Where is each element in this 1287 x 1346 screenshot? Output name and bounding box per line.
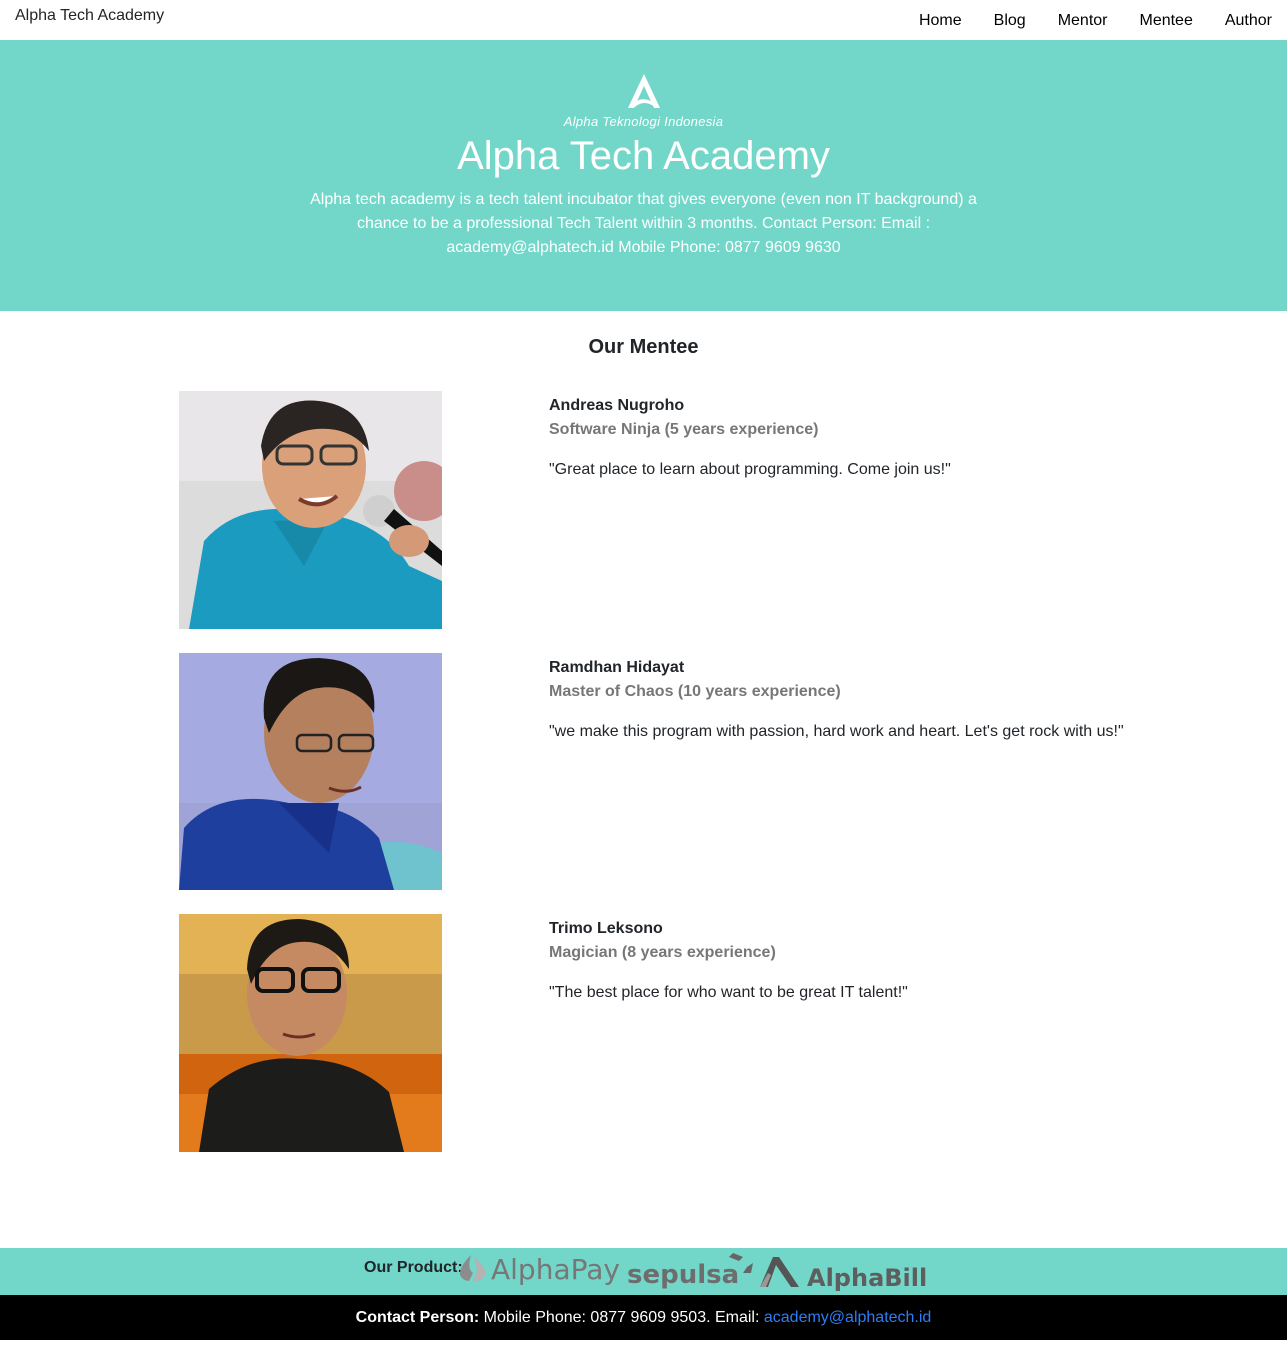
mentee-info: Trimo Leksono Magician (8 years experien… — [549, 917, 1149, 1005]
mentee-quote: "The best place for who want to be great… — [549, 984, 908, 1001]
nav-home[interactable]: Home — [919, 12, 962, 30]
alphabill-logo[interactable]: AlphaBill — [760, 1257, 927, 1292]
alphapay-logo[interactable]: AlphaPay — [459, 1253, 620, 1286]
sepulsa-text: sepulsa — [627, 1260, 739, 1290]
nav-author[interactable]: Author — [1225, 12, 1272, 30]
contact-text: Mobile Phone: 0877 9609 9503. Email: — [479, 1309, 764, 1326]
nav-links: Home Blog Mentor Mentee Author — [887, 0, 1272, 40]
contact-bar: Contact Person: Mobile Phone: 0877 9609 … — [0, 1295, 1287, 1340]
products-label: Our Product: — [364, 1259, 463, 1276]
mentee-name: Trimo Leksono — [549, 920, 663, 937]
sepulsa-logo[interactable]: sepulsa — [627, 1253, 753, 1290]
mentee-photo — [179, 914, 442, 1152]
logo-tagline: Alpha Teknologi Indonesia — [563, 114, 724, 129]
mentee-card: Andreas Nugroho Software Ninja (5 years … — [179, 391, 1129, 629]
mentee-role: Master of Chaos (10 years experience) — [549, 683, 841, 700]
mentee-quote: "Great place to learn about programming.… — [549, 461, 951, 478]
nav-mentee[interactable]: Mentee — [1139, 12, 1192, 30]
section-title: Our Mentee — [588, 336, 699, 358]
mentee-role: Magician (8 years experience) — [549, 944, 776, 961]
mentee-photo — [179, 653, 442, 890]
alphapay-text: AlphaPay — [491, 1253, 620, 1286]
alphabill-text: AlphaBill — [807, 1264, 927, 1291]
navbar: Alpha Tech Academy Home Blog Mentor Ment… — [0, 0, 1287, 40]
mentee-name: Ramdhan Hidayat — [549, 659, 685, 676]
mentee-card: Trimo Leksono Magician (8 years experien… — [179, 914, 1129, 1152]
products-bar: Our Product: AlphaPay sepulsa AlphaBill — [0, 1248, 1287, 1295]
contact-email-link[interactable]: academy@alphatech.id — [764, 1309, 931, 1326]
mentee-name: Andreas Nugroho — [549, 397, 685, 414]
hero-banner: Alpha Teknologi Indonesia Alpha Tech Aca… — [0, 40, 1287, 311]
mentee-role: Software Ninja (5 years experience) — [549, 421, 819, 438]
mentee-card: Ramdhan Hidayat Master of Chaos (10 year… — [179, 653, 1129, 890]
hero-title: Alpha Tech Academy — [457, 134, 830, 178]
mentee-quote: "we make this program with passion, hard… — [549, 723, 1124, 740]
mentee-photo — [179, 391, 442, 629]
alpha-logo-icon — [627, 74, 660, 108]
mentee-info: Andreas Nugroho Software Ninja (5 years … — [549, 394, 1149, 482]
nav-mentor[interactable]: Mentor — [1058, 12, 1108, 30]
mentee-info: Ramdhan Hidayat Master of Chaos (10 year… — [549, 656, 1149, 744]
navbar-brand[interactable]: Alpha Tech Academy — [15, 7, 164, 25]
nav-blog[interactable]: Blog — [994, 12, 1026, 30]
contact-label: Contact Person: — [355, 1309, 480, 1326]
product-logos-image: AlphaPay sepulsa AlphaBill — [459, 1253, 927, 1292]
product-logos: AlphaPay sepulsa AlphaBill — [457, 1251, 927, 1292]
hero-description: Alpha tech academy is a tech talent incu… — [310, 191, 977, 256]
